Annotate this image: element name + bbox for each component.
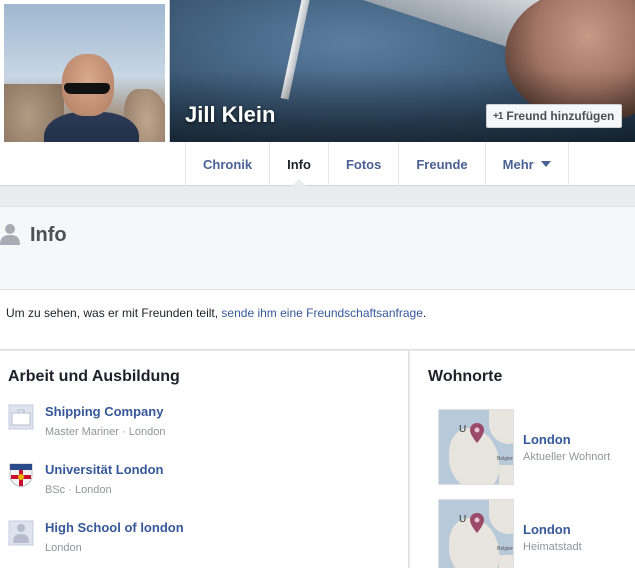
tab-freunde-label: Freunde: [416, 156, 468, 172]
profile-tabbar: Chronik Info Fotos Freunde Mehr: [0, 142, 635, 186]
tab-mehr-label: Mehr: [502, 156, 534, 172]
tab-chronik-label: Chronik: [203, 156, 253, 172]
profile-tabs: Chronik Info Fotos Freunde Mehr: [185, 142, 569, 186]
school-item: High School of london London: [8, 520, 398, 564]
map-land: [499, 465, 513, 484]
work-education-title: Arbeit und Ausbildung: [8, 368, 180, 385]
map-land: [499, 555, 513, 568]
briefcase-icon: [8, 404, 34, 430]
add-friend-icon: +1: [493, 110, 503, 122]
tab-info-label: Info: [287, 156, 311, 172]
work-item-name[interactable]: Shipping Company: [45, 404, 163, 419]
profile-photo: [4, 4, 165, 165]
place-item-hometown: U Belgien London Heimatstadt: [438, 499, 628, 568]
place-detail: Aktueller Wohnort: [523, 451, 611, 463]
map-land: [489, 500, 513, 534]
map-label: U: [459, 424, 467, 435]
place-item-current: U Belgien London Aktueller Wohnort: [438, 409, 628, 485]
places-section: Wohnorte U Belgien London Aktueller Wohn…: [410, 351, 635, 568]
places-title: Wohnorte: [428, 368, 503, 385]
work-education-section: Arbeit und Ausbildung Shipping Company M…: [0, 351, 409, 568]
tab-chronik[interactable]: Chronik: [185, 142, 269, 186]
place-name[interactable]: London: [523, 522, 571, 537]
education-item: Universität London BSc · London: [8, 462, 398, 506]
map-thumbnail[interactable]: U Belgien: [438, 499, 514, 568]
info-title: Info: [30, 224, 67, 246]
education-item-detail: BSc · London: [45, 484, 112, 496]
school-item-detail: London: [45, 542, 82, 554]
map-thumbnail[interactable]: U Belgien: [438, 409, 514, 485]
add-friend-button[interactable]: +1 Freund hinzufügen: [486, 104, 623, 128]
notice-end: .: [422, 306, 427, 320]
friend-request-link[interactable]: sende ihm eine Freundschaftsanfrage: [221, 306, 422, 320]
university-crest-icon: [9, 463, 33, 488]
map-land: [489, 410, 513, 444]
map-sublabel: Belgien: [497, 456, 514, 462]
info-section-header: Info: [0, 206, 635, 290]
tab-fotos[interactable]: Fotos: [327, 142, 398, 186]
place-detail: Heimatstadt: [523, 541, 582, 553]
privacy-notice: Um zu sehen, was er mit Freunden teilt, …: [0, 290, 635, 350]
map-pin-icon: [470, 513, 484, 533]
user-icon: [0, 224, 20, 245]
add-friend-label: Freund hinzufügen: [506, 109, 615, 123]
tab-freunde[interactable]: Freunde: [398, 142, 484, 186]
work-item: Shipping Company Master Mariner · London: [8, 404, 398, 448]
tab-fotos-label: Fotos: [345, 156, 382, 172]
school-icon: [8, 520, 34, 546]
map-pin-icon: [470, 423, 484, 443]
school-item-name[interactable]: High School of london: [45, 520, 184, 535]
education-item-name[interactable]: Universität London: [45, 462, 163, 477]
map-label: U: [459, 514, 467, 525]
place-name[interactable]: London: [523, 432, 571, 447]
tab-info[interactable]: Info: [269, 142, 328, 186]
map-sublabel: Belgien: [497, 546, 514, 552]
notice-text: Um zu sehen, was er mit Freunden teilt,: [6, 306, 222, 320]
photo-sunglasses: [64, 83, 110, 94]
profile-name[interactable]: Jill Klein: [185, 102, 275, 128]
work-item-detail: Master Mariner · London: [45, 426, 166, 438]
tab-mehr[interactable]: Mehr: [484, 142, 569, 186]
chevron-down-icon: [540, 161, 551, 167]
